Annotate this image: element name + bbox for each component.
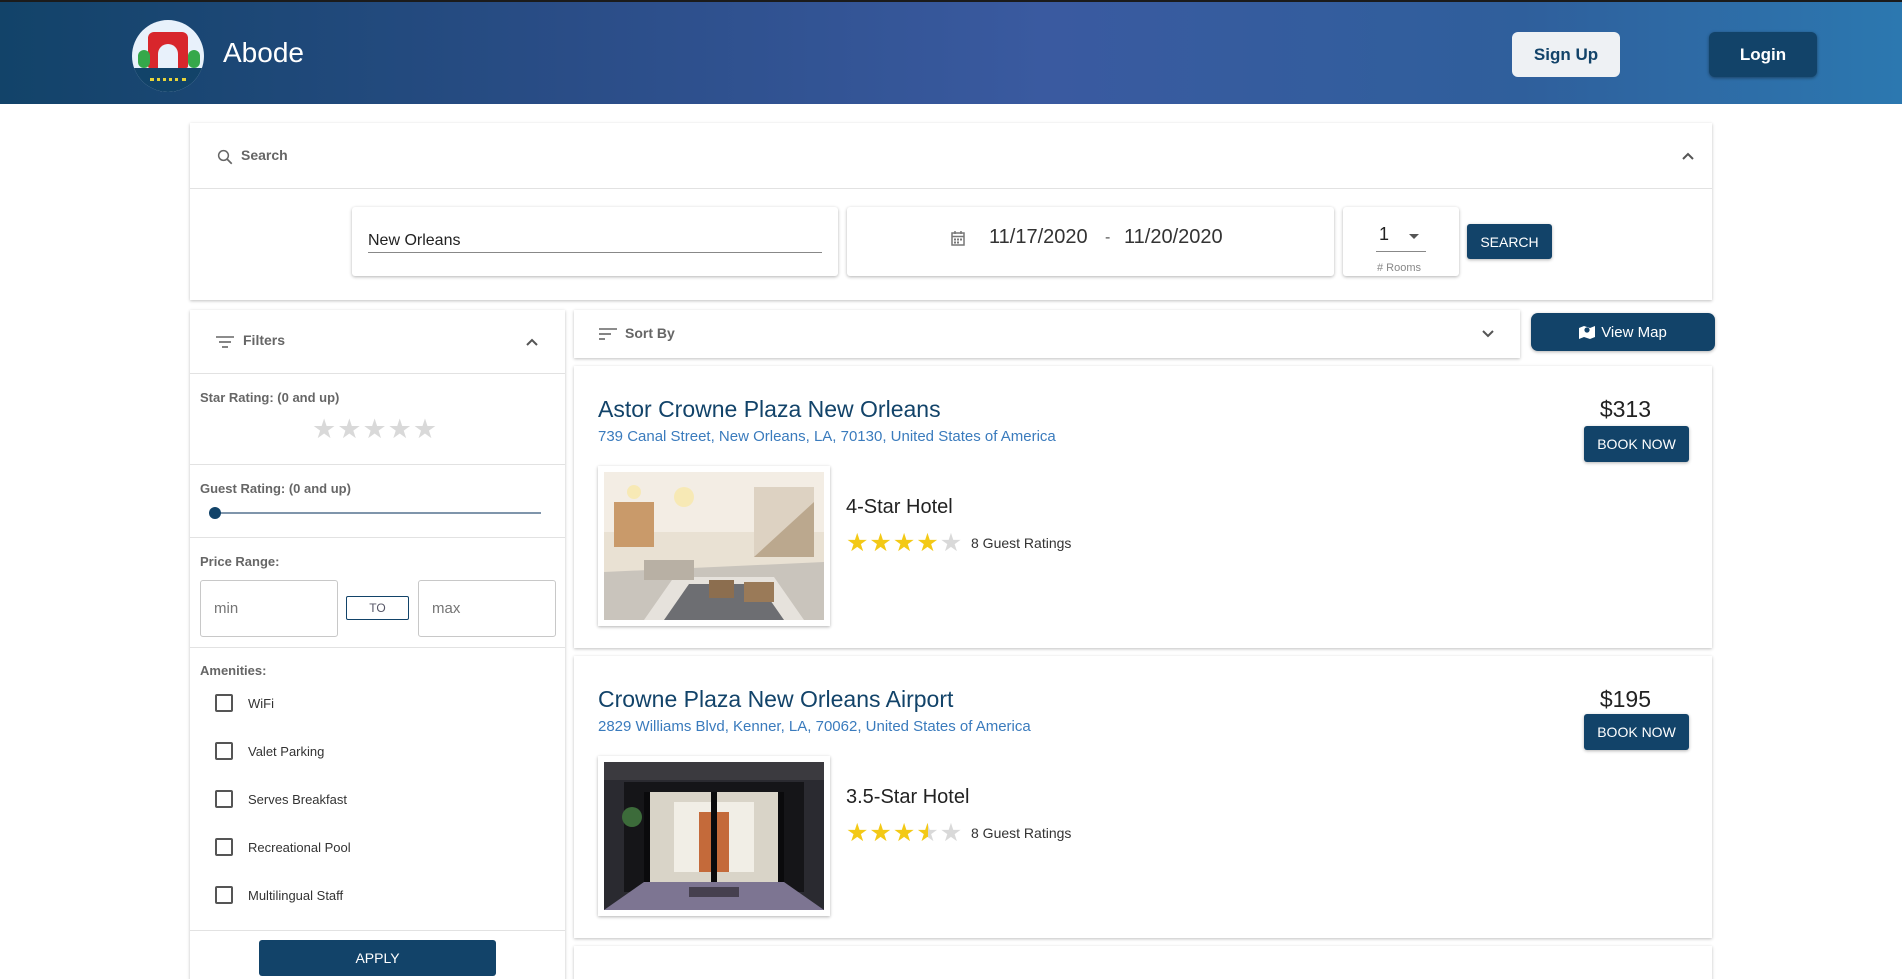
rooms-select[interactable]: 1 # Rooms — [1343, 207, 1459, 276]
sort-by-bar[interactable]: Sort By — [574, 310, 1520, 358]
max-price-input[interactable] — [418, 580, 556, 637]
end-date[interactable]: 11/20/2020 — [1124, 226, 1223, 249]
star-rating-input[interactable]: ★★★★★ — [312, 414, 438, 445]
slider-thumb[interactable] — [209, 507, 221, 519]
sign-up-button[interactable]: Sign Up — [1512, 32, 1620, 77]
guest-ratings-count: 8 Guest Ratings — [971, 825, 1072, 841]
hotel-card: Crowne Plaza New Orleans Airport 2829 Wi… — [574, 656, 1712, 938]
filters-title: Filters — [243, 332, 286, 348]
hotel-card: Astor Crowne Plaza New Orleans 739 Canal… — [574, 366, 1712, 648]
chevron-up-icon[interactable] — [1680, 148, 1696, 164]
login-button[interactable]: Login — [1709, 32, 1817, 77]
amenity-serves-breakfast[interactable]: Serves Breakfast — [215, 789, 347, 809]
star-icon: ★ — [916, 529, 940, 557]
caret-down-icon[interactable] — [1409, 234, 1419, 239]
half-star-icon: ★ — [916, 819, 940, 847]
search-button[interactable]: SEARCH — [1467, 224, 1552, 259]
star-icon[interactable]: ★ — [388, 414, 413, 444]
book-now-button[interactable]: BOOK NOW — [1584, 426, 1689, 462]
star-icon: ★ — [892, 819, 917, 847]
book-now-button[interactable]: BOOK NOW — [1584, 714, 1689, 750]
star-icon: ★ — [846, 819, 870, 847]
sort-by-label: Sort By — [625, 325, 675, 341]
star-icon[interactable]: ★ — [413, 414, 438, 444]
location-input[interactable] — [368, 229, 822, 253]
min-price-input[interactable] — [200, 580, 338, 637]
top-navbar: Abode Sign Up Login — [0, 0, 1902, 104]
abode-logo[interactable] — [132, 20, 204, 92]
amenity-multilingual-staff[interactable]: Multilingual Staff — [215, 885, 343, 905]
chevron-down-icon[interactable] — [1480, 326, 1496, 342]
rooms-caption: # Rooms — [1377, 262, 1422, 274]
map-icon — [1579, 326, 1596, 339]
search-icon — [217, 149, 233, 165]
calendar-icon — [951, 231, 965, 246]
hotel-name[interactable]: Crowne Plaza New Orleans Airport — [598, 686, 953, 713]
hotel-class: 4-Star Hotel — [846, 496, 953, 518]
sort-icon — [599, 328, 617, 340]
checkbox[interactable] — [215, 694, 233, 712]
guest-rating-slider[interactable] — [214, 512, 541, 514]
amenity-recreational-pool[interactable]: Recreational Pool — [215, 837, 351, 857]
hotel-lobby-image — [604, 472, 824, 620]
date-range-picker[interactable]: 11/17/2020 - 11/20/2020 — [847, 207, 1334, 276]
hotel-star-rating: ★★★★★ — [846, 528, 963, 558]
checkbox[interactable] — [215, 838, 233, 856]
chevron-up-icon[interactable] — [524, 334, 540, 350]
apply-button[interactable]: APPLY — [259, 940, 496, 976]
brand-name[interactable]: Abode — [223, 37, 304, 69]
search-panel-header[interactable]: Search — [190, 123, 1712, 189]
star-icon[interactable]: ★ — [337, 414, 362, 444]
hotel-price: $195 — [1599, 686, 1651, 712]
location-field-card — [352, 207, 838, 276]
star-icon: ★ — [846, 529, 870, 557]
checkbox[interactable] — [215, 790, 233, 808]
star-icon: ★ — [869, 529, 893, 557]
start-date[interactable]: 11/17/2020 — [989, 226, 1088, 249]
amenity-valet-parking[interactable]: Valet Parking — [215, 741, 324, 761]
hotel-photo[interactable] — [598, 756, 830, 916]
checkbox[interactable] — [215, 886, 233, 904]
star-icon[interactable]: ★ — [362, 414, 387, 444]
filters-panel: Filters Star Rating: (0 and up) ★★★★★ Gu… — [190, 310, 565, 979]
hotel-name[interactable]: Astor Crowne Plaza New Orleans — [598, 396, 941, 423]
hotel-class: 3.5-Star Hotel — [846, 786, 970, 808]
star-icon: ★ — [869, 819, 893, 847]
rooms-value[interactable]: 1 — [1379, 224, 1389, 245]
hotel-photo[interactable] — [598, 466, 830, 626]
view-map-button[interactable]: View Map — [1531, 313, 1715, 351]
guest-ratings-count: 8 Guest Ratings — [971, 535, 1072, 551]
date-separator: - — [1105, 229, 1111, 246]
hotel-price: $313 — [1599, 396, 1651, 422]
hotel-entrance-image — [604, 762, 824, 910]
star-icon[interactable]: ★ — [312, 414, 337, 444]
amenity-wifi[interactable]: WiFi — [215, 693, 274, 713]
hotel-address: 2829 Williams Blvd, Kenner, LA, 70062, U… — [598, 718, 1031, 735]
hotel-address: 739 Canal Street, New Orleans, LA, 70130… — [598, 428, 1056, 445]
hotel-card-partial — [574, 946, 1712, 979]
price-range-label: Price Range: — [200, 554, 280, 569]
hotel-star-rating: ★★★★★ — [846, 818, 963, 848]
filters-header[interactable]: Filters — [190, 310, 565, 374]
guest-rating-label: Guest Rating: (0 and up) — [200, 481, 351, 496]
to-label: TO — [346, 596, 409, 620]
amenities-label: Amenities: — [200, 663, 267, 678]
star-icon: ★ — [939, 819, 964, 847]
star-rating-label: Star Rating: (0 and up) — [200, 390, 340, 405]
search-panel-title: Search — [241, 147, 288, 163]
filter-lines-icon — [216, 336, 234, 348]
checkbox[interactable] — [215, 742, 233, 760]
star-icon: ★ — [939, 529, 964, 557]
star-icon: ★ — [892, 529, 917, 557]
